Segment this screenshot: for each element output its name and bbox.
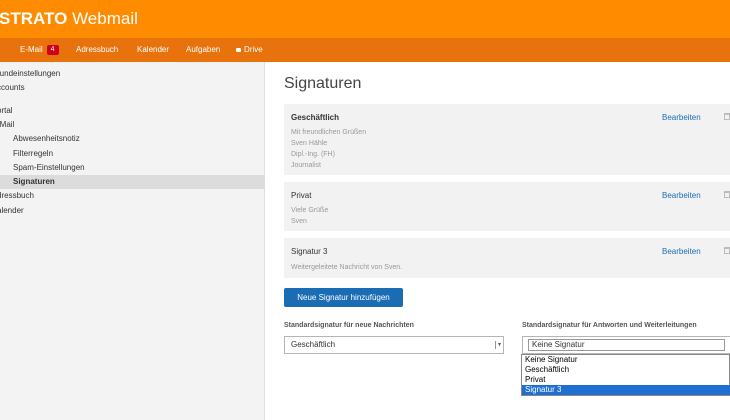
sidebar-item-portal[interactable]: ortal [0, 104, 262, 118]
nav-item-aufgaben[interactable]: Aufgaben [186, 38, 220, 62]
dropdown-option[interactable]: Keine Signatur [522, 355, 730, 365]
sidebar-item-spam-einstellungen[interactable]: Spam-Einstellungen [0, 161, 265, 175]
chevron-down-icon: ▾ [495, 341, 501, 349]
signature-line: Viele Grüße [291, 207, 329, 214]
settings-sidebar: rundeinstellungen ccounts ortal -Mail Ab… [0, 62, 265, 420]
signature-line: Sven Hähle [291, 140, 328, 147]
dropdown-option[interactable]: Privat [522, 375, 730, 385]
trash-icon[interactable] [724, 247, 730, 254]
unread-badge: 4 [46, 45, 59, 55]
edit-signature-link[interactable]: Bearbeiten [662, 113, 701, 122]
default-new-label: Standardsignatur für neue Nachrichten [284, 322, 414, 329]
edit-signature-link[interactable]: Bearbeiten [662, 191, 701, 200]
signature-name: Geschäftlich [291, 113, 340, 122]
nav-item-kalender[interactable]: Kalender [137, 38, 169, 62]
default-new-select[interactable]: Geschäftlich ▾ [284, 336, 504, 354]
dropdown-option[interactable]: Geschäftlich [522, 365, 730, 375]
product-name: Webmail [72, 9, 138, 28]
edit-signature-link[interactable]: Bearbeiten [662, 247, 701, 256]
default-reply-label: Standardsignatur für Antworten und Weite… [522, 322, 697, 329]
trash-icon[interactable] [724, 113, 730, 120]
default-reply-input[interactable]: Keine Signatur [528, 339, 725, 351]
nav-item-email[interactable]: E-Mail 4 [20, 38, 59, 62]
sidebar-item-email[interactable]: -Mail [0, 118, 262, 132]
sidebar-item-abwesenheitsnotiz[interactable]: Abwesenheitsnotiz [0, 132, 265, 146]
dropdown-option-highlighted[interactable]: Signatur 3 [522, 385, 730, 395]
sidebar-item-kalender[interactable]: alender [0, 204, 262, 218]
signature-line: Dipl.-Ing. (FH) [291, 151, 335, 158]
nav-drive-label: Drive [244, 45, 263, 54]
signature-card: Geschäftlich Mit freundlichen Grüßen Sve… [284, 104, 730, 175]
signature-line: Sven [291, 218, 307, 225]
trash-icon[interactable] [724, 191, 730, 198]
default-new-value: Geschäftlich [291, 340, 336, 349]
signature-card: Signatur 3 Weitergeleitete Nachricht von… [284, 238, 730, 278]
sidebar-item-filterregeln[interactable]: Filterregeln [0, 147, 265, 161]
lock-icon [236, 48, 241, 52]
nav-item-drive[interactable]: Drive [236, 38, 263, 62]
app-header: STRATO Webmail [0, 0, 730, 38]
default-reply-options: Keine Signatur Geschäftlich Privat Signa… [521, 354, 730, 396]
brand-name: STRATO [0, 9, 68, 28]
nav-email-label: E-Mail [20, 45, 43, 54]
signature-line: Weitergeleitete Nachricht von Sven. [291, 264, 403, 271]
signature-name: Privat [291, 191, 312, 200]
nav-item-adressbuch[interactable]: Adressbuch [76, 38, 118, 62]
sidebar-item-adressbuch[interactable]: dressbuch [0, 189, 262, 203]
signature-line: Journalist [291, 162, 321, 169]
signature-line: Mit freundlichen Grüßen [291, 129, 367, 136]
sidebar-item-grundeinstellungen[interactable]: rundeinstellungen [0, 67, 262, 81]
add-signature-button[interactable]: Neue Signatur hinzufügen [284, 288, 403, 307]
brand-logo[interactable]: STRATO Webmail [0, 9, 138, 29]
signature-card: Privat Viele Grüße Sven Bearbeiten [284, 182, 730, 231]
sidebar-item-accounts[interactable]: ccounts [0, 81, 262, 95]
main-nav: I E-Mail4 Adressbuch Kalender Aufgaben D… [0, 38, 730, 62]
page-title: Signaturen [284, 75, 362, 92]
signature-name: Signatur 3 [291, 247, 328, 256]
sidebar-item-signaturen[interactable]: Signaturen [0, 175, 265, 189]
